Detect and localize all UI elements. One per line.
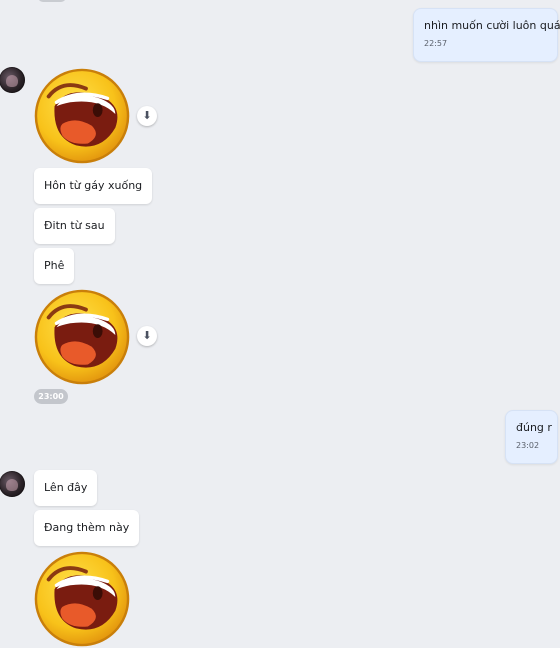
message-text: đúng r (516, 421, 552, 434)
chat-thread: nhìn muốn cười luôn quá 22:57 ⬇ Hôn từ g… (0, 0, 560, 588)
laughing-emoji-sticker[interactable] (33, 550, 131, 648)
incoming-message[interactable]: Đitn từ sau (34, 208, 115, 244)
incoming-message[interactable]: Hôn từ gáy xuống (34, 168, 153, 204)
contact-avatar[interactable] (0, 471, 25, 497)
message-time: 23:02 (516, 441, 540, 450)
message-text: nhìn muốn cười luôn quá (424, 19, 560, 32)
incoming-message[interactable]: Phê (34, 248, 75, 284)
incoming-message[interactable]: Đang thèm này (34, 510, 140, 546)
download-icon[interactable]: ⬇ (137, 106, 157, 126)
previous-message-edge (38, 0, 66, 2)
laughing-emoji-sticker[interactable] (33, 288, 131, 386)
message-time: 22:57 (424, 39, 448, 48)
laughing-emoji-sticker[interactable] (33, 67, 131, 165)
outgoing-message[interactable]: đúng r 23:02 (505, 410, 558, 464)
outgoing-message[interactable]: nhìn muốn cười luôn quá 22:57 (413, 8, 560, 62)
incoming-message[interactable]: Lên đây (34, 470, 98, 506)
download-icon[interactable]: ⬇ (137, 326, 157, 346)
message-time-chip: 23:00 (34, 389, 68, 404)
contact-avatar[interactable] (0, 67, 25, 93)
